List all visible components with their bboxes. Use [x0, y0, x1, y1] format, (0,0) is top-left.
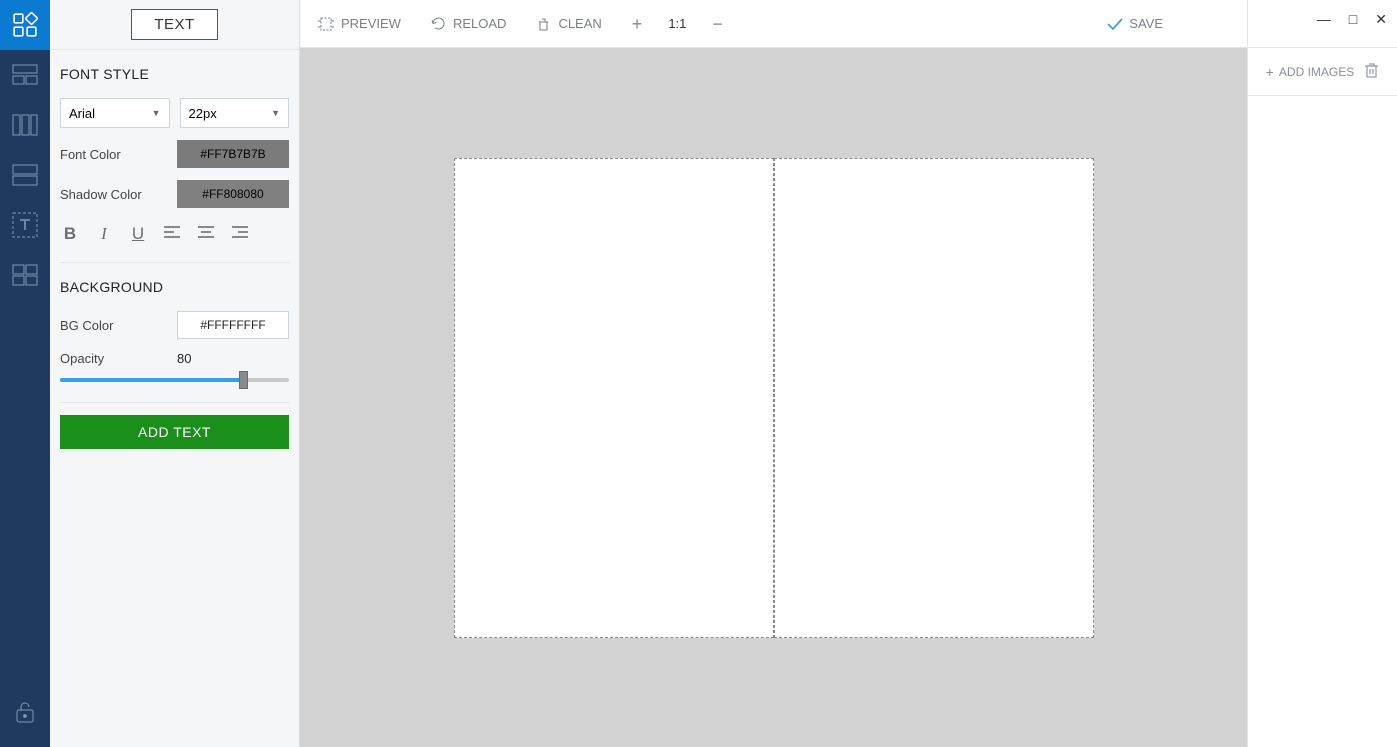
- add-images-label: ADD IMAGES: [1279, 65, 1354, 79]
- zoom-out-button[interactable]: −: [712, 15, 723, 33]
- zoom-ratio[interactable]: 1:1: [668, 16, 686, 31]
- right-column: + ADD IMAGES: [1247, 0, 1397, 747]
- opacity-slider[interactable]: [50, 372, 299, 400]
- preview-label: PREVIEW: [341, 16, 401, 31]
- font-family-value: Arial: [69, 106, 95, 121]
- top-toolbar: PREVIEW RELOAD CLEAN + 1:1 − SAVE: [300, 0, 1247, 48]
- shadow-color-swatch[interactable]: #FF808080: [177, 180, 289, 208]
- stage: PREVIEW RELOAD CLEAN + 1:1 − SAVE: [300, 0, 1247, 747]
- zoom-controls: + 1:1 −: [632, 15, 723, 33]
- app-logo[interactable]: [0, 0, 50, 50]
- opacity-value: 80: [177, 351, 289, 366]
- text-frame-icon[interactable]: [0, 200, 50, 250]
- zoom-in-button[interactable]: +: [632, 15, 643, 33]
- section-title-background: BACKGROUND: [50, 275, 299, 305]
- window-controls: — □ ✕: [1317, 12, 1387, 26]
- divider: [60, 402, 289, 403]
- align-right-button[interactable]: [230, 224, 250, 244]
- save-label: SAVE: [1129, 16, 1163, 31]
- shadow-color-label: Shadow Color: [60, 187, 167, 202]
- add-text-button[interactable]: ADD TEXT: [60, 415, 289, 449]
- preview-button[interactable]: PREVIEW: [318, 16, 401, 31]
- underline-button[interactable]: U: [128, 224, 148, 244]
- canvas-page[interactable]: [454, 158, 1094, 638]
- window-close-button[interactable]: ✕: [1375, 12, 1387, 26]
- format-row: B I U: [50, 214, 299, 260]
- bg-color-swatch[interactable]: #FFFFFFFF: [177, 311, 289, 339]
- properties-panel: TEXT FONT STYLE Arial ▼ 22px ▼ Font Colo…: [50, 0, 300, 747]
- font-size-select[interactable]: 22px ▼: [180, 98, 290, 128]
- lock-icon[interactable]: [0, 687, 50, 737]
- align-center-button[interactable]: [196, 224, 216, 244]
- font-size-value: 22px: [189, 106, 217, 121]
- section-title-fontstyle: FONT STYLE: [50, 62, 299, 92]
- grid4-icon[interactable]: [0, 250, 50, 300]
- canvas-area[interactable]: [300, 48, 1247, 747]
- tab-text[interactable]: TEXT: [131, 9, 217, 40]
- add-images-button[interactable]: + ADD IMAGES: [1266, 64, 1355, 80]
- clean-button[interactable]: CLEAN: [536, 16, 601, 31]
- left-rail: [0, 0, 50, 747]
- page-left-half[interactable]: [454, 158, 774, 638]
- reload-button[interactable]: RELOAD: [431, 16, 506, 31]
- page-right-half[interactable]: [774, 158, 1094, 638]
- layout-row-icon[interactable]: [0, 50, 50, 100]
- save-button[interactable]: SAVE: [1107, 16, 1163, 31]
- clean-label: CLEAN: [558, 16, 601, 31]
- font-color-label: Font Color: [60, 147, 167, 162]
- font-family-select[interactable]: Arial ▼: [60, 98, 170, 128]
- reload-label: RELOAD: [453, 16, 506, 31]
- bold-button[interactable]: B: [60, 224, 80, 244]
- panel-tab-row: TEXT: [50, 0, 299, 50]
- font-color-swatch[interactable]: #FF7B7B7B: [177, 140, 289, 168]
- trash-icon[interactable]: [1364, 62, 1379, 81]
- layout-col-icon[interactable]: [0, 100, 50, 150]
- window-maximize-button[interactable]: □: [1349, 12, 1357, 26]
- plus-icon: +: [1266, 64, 1274, 80]
- divider: [60, 262, 289, 263]
- chevron-down-icon: ▼: [152, 108, 161, 118]
- align-left-button[interactable]: [162, 224, 182, 244]
- layout-stack-icon[interactable]: [0, 150, 50, 200]
- bg-color-label: BG Color: [60, 318, 167, 333]
- window-minimize-button[interactable]: —: [1317, 12, 1331, 26]
- chevron-down-icon: ▼: [271, 108, 280, 118]
- italic-button[interactable]: I: [94, 224, 114, 244]
- opacity-label: Opacity: [60, 351, 167, 366]
